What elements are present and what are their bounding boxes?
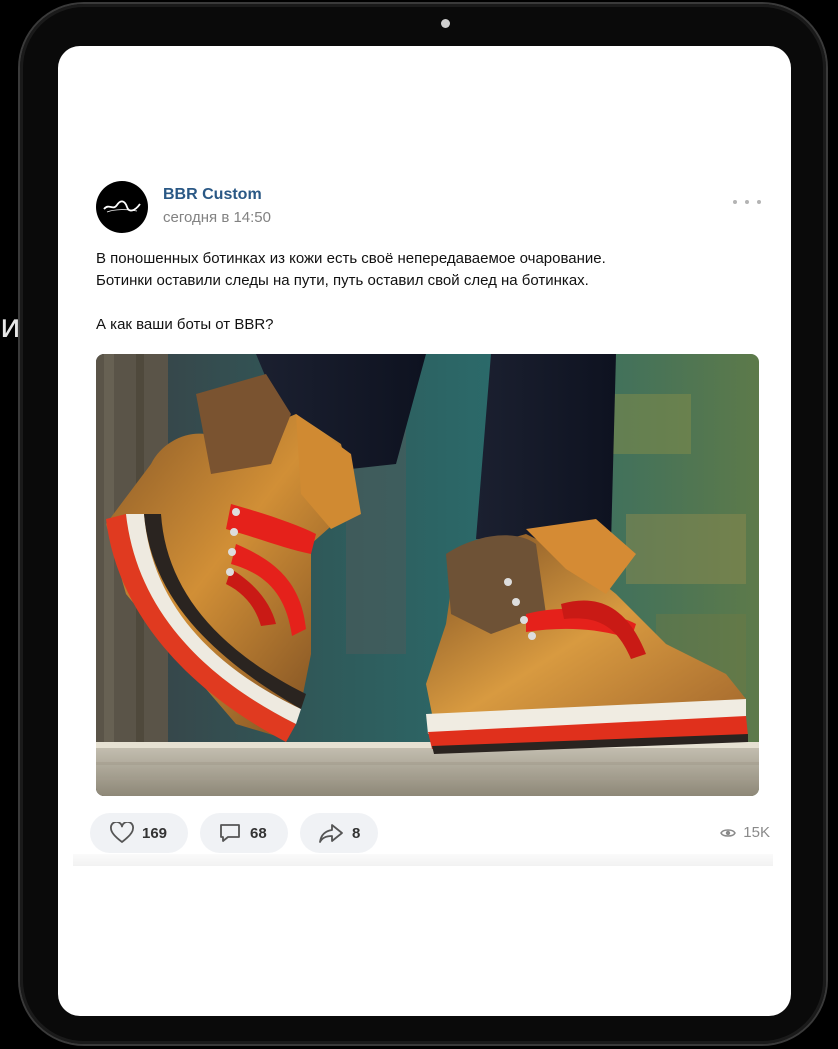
- views-counter: 15K: [720, 824, 770, 841]
- post-text-line: Ботинки оставили следы на пути, путь ост…: [96, 272, 589, 289]
- like-count: 169: [142, 824, 168, 842]
- post-bottom-edge: [73, 854, 773, 866]
- post-question: А как ваши боты от BBR?: [96, 316, 274, 333]
- share-button[interactable]: 8: [300, 813, 378, 853]
- comment-icon: [220, 824, 240, 842]
- post-timestamp[interactable]: сегодня в 14:50: [163, 209, 271, 226]
- tablet-screen: BBR Custom сегодня в 14:50 В поношенных …: [58, 46, 791, 1016]
- front-camera: [441, 19, 450, 28]
- post-photo[interactable]: [96, 354, 759, 796]
- eye-icon: [720, 828, 737, 837]
- more-dot: [757, 200, 761, 204]
- post-text-line: В поношенных ботинках из кожи есть своё …: [96, 250, 606, 267]
- bbr-logo: [103, 200, 141, 213]
- share-count: 8: [352, 824, 361, 842]
- views-count: 15K: [743, 824, 770, 841]
- author-name-link[interactable]: BBR Custom: [163, 186, 262, 204]
- post-actions-bar: 169 68 8 15K: [90, 813, 770, 853]
- like-button[interactable]: 169: [90, 813, 188, 853]
- more-dot: [733, 200, 737, 204]
- author-avatar[interactable]: [96, 181, 148, 233]
- more-dot: [745, 200, 749, 204]
- comment-count: 68: [250, 824, 267, 842]
- comment-button[interactable]: 68: [200, 813, 288, 853]
- heart-icon: [110, 822, 134, 843]
- boots-photo-illustration: [96, 354, 759, 796]
- post-text: В поношенных ботинках из кожи есть своё …: [96, 248, 766, 336]
- share-icon: [319, 824, 343, 843]
- vk-post: BBR Custom сегодня в 14:50 В поношенных …: [73, 46, 773, 866]
- more-dots-icon[interactable]: [733, 192, 761, 212]
